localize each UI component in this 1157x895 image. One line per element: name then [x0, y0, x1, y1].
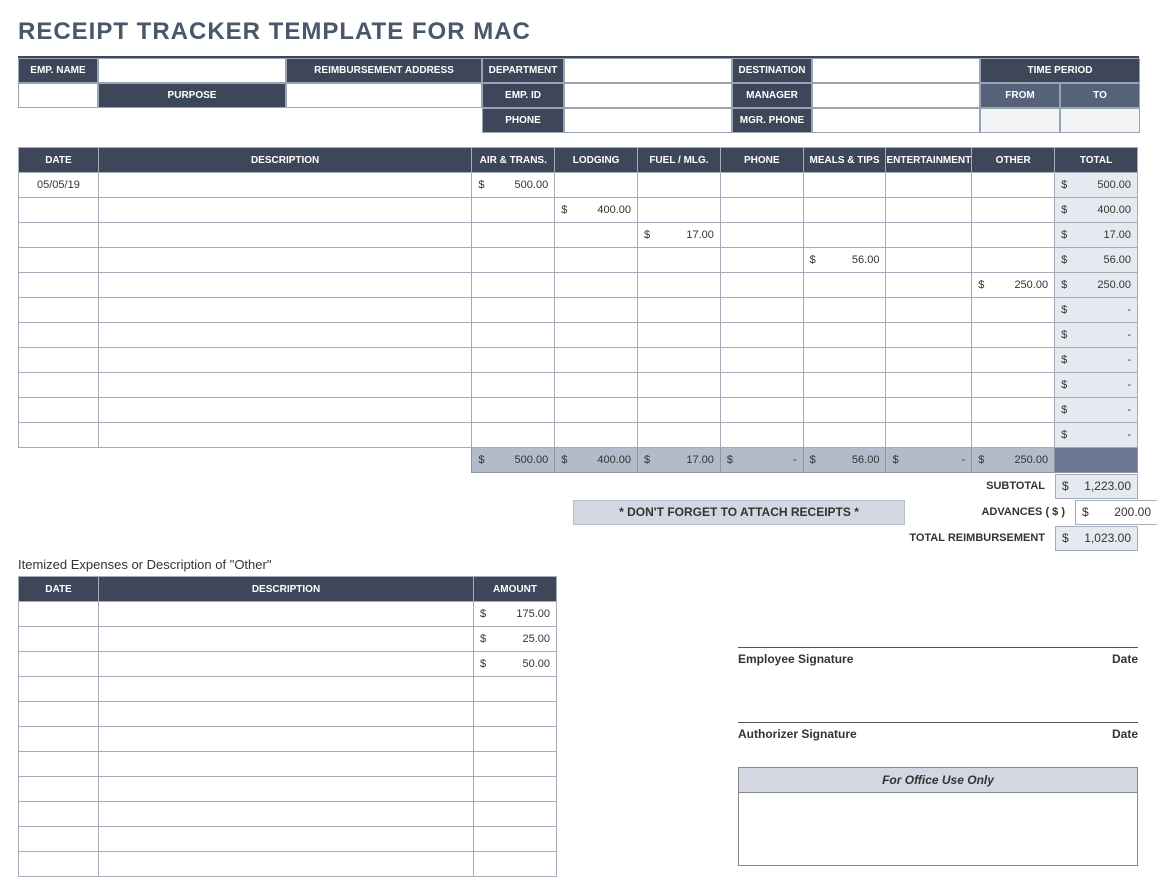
col-meals: MEALS & TIPS: [803, 148, 886, 173]
expense-table: DATE DESCRIPTION AIR & TRANS. LODGING FU…: [18, 147, 1138, 473]
office-use-box: For Office Use Only: [738, 767, 1138, 866]
to-input[interactable]: [1060, 108, 1140, 133]
table-row[interactable]: [19, 802, 557, 827]
emp-name-label: EMP. NAME: [18, 58, 98, 83]
table-row[interactable]: $-: [19, 423, 1138, 448]
department-label: DEPARTMENT: [482, 58, 564, 83]
manager-label: MANAGER: [732, 83, 812, 108]
purpose-input[interactable]: [286, 83, 482, 108]
table-row[interactable]: $-: [19, 323, 1138, 348]
col-desc: DESCRIPTION: [98, 148, 471, 173]
table-row[interactable]: [19, 702, 557, 727]
table-row[interactable]: $175.00: [19, 602, 557, 627]
destination-label: DESTINATION: [732, 58, 812, 83]
purpose-label: PURPOSE: [98, 83, 286, 108]
table-row[interactable]: 05/05/19$500.00$500.00: [19, 173, 1138, 198]
table-row[interactable]: [19, 827, 557, 852]
mgr-phone-label: MGR. PHONE: [732, 108, 812, 133]
reimb-addr-label: REIMBURSEMENT ADDRESS: [286, 58, 482, 83]
table-row[interactable]: [19, 727, 557, 752]
col-ent: ENTERTAINMENT: [886, 148, 972, 173]
table-row[interactable]: $400.00$400.00: [19, 198, 1138, 223]
emp-id-input[interactable]: [564, 83, 732, 108]
table-row[interactable]: $25.00: [19, 627, 557, 652]
to-label: TO: [1060, 83, 1140, 108]
time-period-label: TIME PERIOD: [980, 58, 1140, 83]
advances-summary: * DON'T FORGET TO ATTACH RECEIPTS * ADVA…: [18, 499, 1138, 525]
col-fuel: FUEL / MLG.: [638, 148, 721, 173]
authorizer-signature-line[interactable]: Authorizer SignatureDate: [738, 722, 1138, 741]
col-date: DATE: [19, 148, 99, 173]
table-row[interactable]: $56.00$56.00: [19, 248, 1138, 273]
itemized-other-table: DATE DESCRIPTION AMOUNT $175.00$25.00$50…: [18, 576, 557, 877]
table-row[interactable]: $250.00$250.00: [19, 273, 1138, 298]
destination-input[interactable]: [812, 58, 980, 83]
subtotal-summary: SUBTOTAL $1,223.00: [18, 473, 1138, 499]
col-other: OTHER: [972, 148, 1055, 173]
from-label: FROM: [980, 83, 1060, 108]
table-row[interactable]: $-: [19, 373, 1138, 398]
table-row[interactable]: $-: [19, 298, 1138, 323]
phone-label: PHONE: [482, 108, 564, 133]
table-row[interactable]: $17.00$17.00: [19, 223, 1138, 248]
subtotal-row: $500.00 $400.00 $17.00 $- $56.00 $- $250…: [19, 448, 1138, 473]
table-row[interactable]: [19, 852, 557, 877]
header-block: EMP. NAME REIMBURSEMENT ADDRESS DEPARTME…: [18, 56, 1139, 133]
reimb-addr-input[interactable]: [18, 83, 98, 108]
itemized-other-heading: Itemized Expenses or Description of "Oth…: [18, 557, 1138, 572]
table-row[interactable]: [19, 777, 557, 802]
mgr-phone-input[interactable]: [812, 108, 980, 133]
emp-name-input[interactable]: [98, 58, 286, 83]
department-input[interactable]: [564, 58, 732, 83]
col-phone: PHONE: [720, 148, 803, 173]
from-input[interactable]: [980, 108, 1060, 133]
total-reimb-summary: TOTAL REIMBURSEMENT $1,023.00: [18, 525, 1138, 551]
manager-input[interactable]: [812, 83, 980, 108]
col-total: TOTAL: [1055, 148, 1138, 173]
other-col-amount: AMOUNT: [474, 577, 557, 602]
attach-receipts-reminder: * DON'T FORGET TO ATTACH RECEIPTS *: [573, 500, 905, 525]
table-row[interactable]: $-: [19, 348, 1138, 373]
col-air: AIR & TRANS.: [472, 148, 555, 173]
emp-id-label: EMP. ID: [482, 83, 564, 108]
table-row[interactable]: $-: [19, 398, 1138, 423]
col-lodg: LODGING: [555, 148, 638, 173]
table-row[interactable]: [19, 752, 557, 777]
employee-signature-line[interactable]: Employee SignatureDate: [738, 647, 1138, 666]
other-col-desc: DESCRIPTION: [99, 577, 474, 602]
table-row[interactable]: $50.00: [19, 652, 557, 677]
phone-input[interactable]: [564, 108, 732, 133]
other-col-date: DATE: [19, 577, 99, 602]
table-row[interactable]: [19, 677, 557, 702]
page-title: RECEIPT TRACKER TEMPLATE FOR MAC: [18, 18, 1139, 46]
